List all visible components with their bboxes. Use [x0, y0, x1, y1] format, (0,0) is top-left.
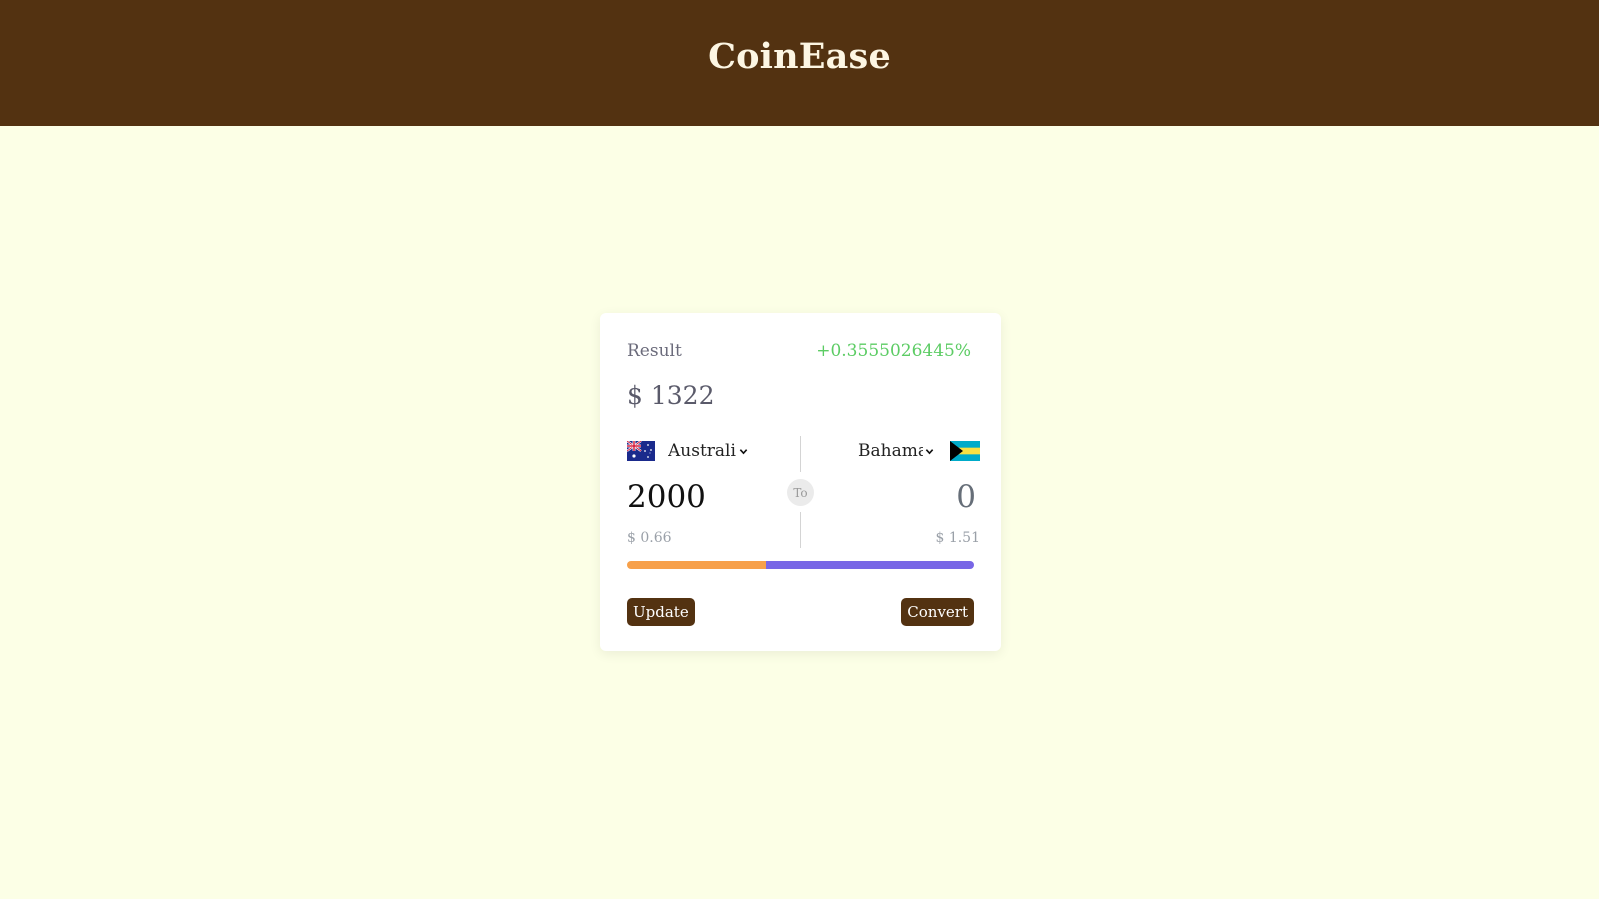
chevron-down-icon	[925, 448, 934, 454]
update-button[interactable]: Update	[627, 598, 695, 626]
to-badge: To	[787, 479, 814, 506]
from-rate: $ 0.66	[627, 530, 672, 546]
result-label: Result	[627, 341, 682, 361]
app-title: CoinEase	[708, 35, 891, 77]
to-amount-input[interactable]	[836, 479, 976, 515]
app-header: CoinEase	[0, 0, 1599, 126]
converter-card: Result +0.3555026445% $ 1322 Australi Ba…	[600, 313, 1001, 651]
divider	[800, 436, 801, 472]
chevron-down-icon	[739, 448, 748, 454]
to-currency-label: Bahama	[858, 441, 923, 461]
result-value: $ 1322	[627, 381, 715, 410]
change-percent: +0.3555026445%	[816, 341, 971, 361]
australia-flag-icon	[627, 441, 655, 461]
ratio-bar	[627, 561, 974, 569]
ratio-bar-to	[765, 561, 974, 569]
to-currency-select[interactable]: Bahama	[858, 440, 934, 462]
divider	[800, 512, 801, 548]
to-rate: $ 1.51	[935, 530, 980, 546]
convert-button[interactable]: Convert	[901, 598, 974, 626]
bahamas-flag-icon	[950, 441, 980, 461]
from-currency-select[interactable]: Australi	[668, 440, 748, 462]
ratio-bar-from	[627, 561, 766, 569]
from-amount-input[interactable]	[627, 479, 767, 515]
from-currency-label: Australi	[668, 441, 736, 461]
